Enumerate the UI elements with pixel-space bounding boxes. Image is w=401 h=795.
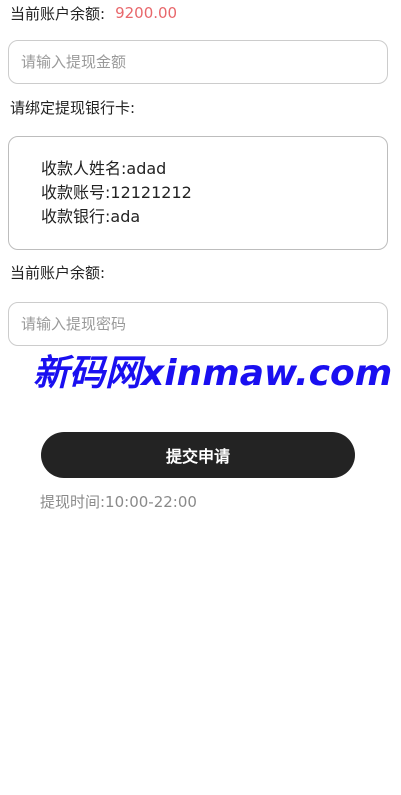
withdraw-amount-input[interactable] bbox=[9, 41, 387, 83]
withdraw-amount-field[interactable] bbox=[8, 40, 388, 84]
withdraw-time-note: 提现时间:10:00-22:00 bbox=[40, 493, 197, 511]
bind-card-label: 请绑定提现银行卡: bbox=[10, 99, 136, 117]
balance-label-2: 当前账户余额: bbox=[10, 264, 106, 282]
balance-amount: 9200.00 bbox=[115, 4, 178, 22]
payee-account: 收款账号:12121212 bbox=[41, 183, 192, 202]
withdraw-password-input[interactable] bbox=[9, 303, 387, 345]
balance-label: 当前账户余额: bbox=[10, 4, 106, 23]
watermark: 新码网xinmaw.com bbox=[33, 353, 393, 394]
payee-bank: 收款银行:ada bbox=[41, 207, 141, 226]
withdraw-password-field[interactable] bbox=[8, 302, 388, 346]
bank-card-box[interactable]: 收款人姓名:adad 收款账号:12121212 收款银行:ada bbox=[8, 136, 388, 250]
submit-button[interactable]: 提交申请 bbox=[41, 432, 355, 478]
payee-name: 收款人姓名:adad bbox=[41, 159, 167, 178]
balance-row: 当前账户余额: 9200.00 bbox=[10, 2, 177, 24]
